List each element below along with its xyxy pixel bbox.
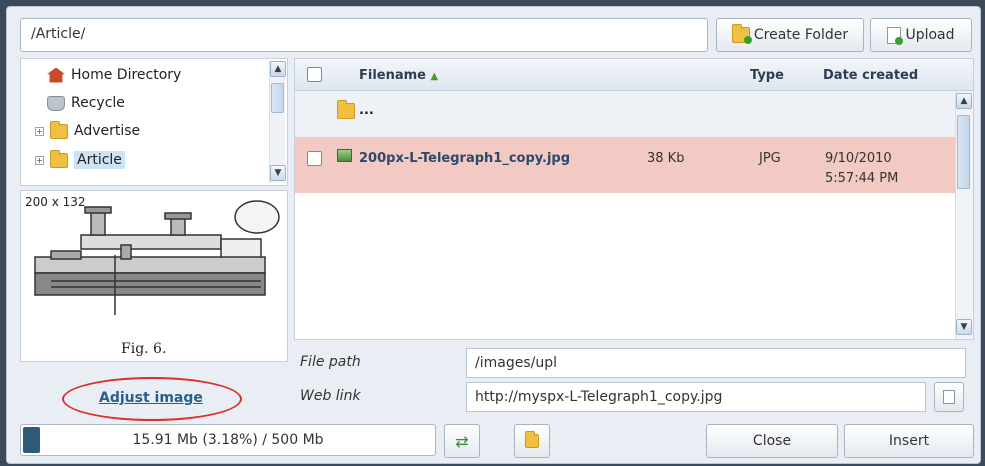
tree-item-label: Home Directory — [71, 67, 182, 83]
upload-button[interactable]: Upload — [870, 18, 972, 52]
web-link-field[interactable]: http://myspx-L-Telegraph1_copy.jpg — [466, 382, 926, 412]
image-file-icon — [337, 149, 352, 162]
tree-item-recycle[interactable]: Recycle — [47, 95, 125, 111]
file-path-label: File path — [300, 354, 361, 370]
figure-caption: Fig. 6. — [121, 341, 167, 357]
telegraph-key-image — [34, 200, 280, 315]
tree-item-article[interactable]: + Article — [35, 149, 125, 169]
path-input[interactable]: /Article/ — [20, 18, 708, 52]
close-button[interactable]: Close — [706, 424, 838, 458]
file-time: 5:57:44 PM — [825, 171, 899, 186]
table-row[interactable]: 200px-L-Telegraph1_copy.jpg 38 Kb JPG 9/… — [295, 137, 955, 193]
file-date: 9/10/2010 — [825, 151, 892, 166]
create-folder-label: Create Folder — [753, 27, 849, 43]
tree-item-label: Advertise — [74, 123, 141, 139]
column-filename[interactable]: Filename ▲ — [359, 68, 438, 83]
tree-item-advertise[interactable]: + Advertise — [35, 120, 141, 139]
quota-text: 15.91 Mb (3.18%) / 500 Mb — [132, 432, 324, 448]
scroll-up-icon[interactable]: ▲ — [956, 93, 972, 109]
tree-scrollbar[interactable]: ▲ ▼ — [269, 61, 286, 183]
refresh-icon: ⇄ — [455, 431, 469, 451]
upload-label: Upload — [905, 27, 955, 43]
scroll-up-icon[interactable]: ▲ — [270, 61, 286, 77]
refresh-button[interactable]: ⇄ — [444, 424, 480, 458]
clipboard-icon — [943, 390, 955, 404]
scroll-down-icon[interactable]: ▼ — [956, 319, 972, 335]
image-preview: 200 x 132 Fig. 6. — [20, 190, 288, 362]
column-date[interactable]: Date created — [823, 68, 918, 83]
web-link-label: Web link — [300, 388, 361, 404]
note-icon — [525, 431, 539, 448]
create-folder-button[interactable]: Create Folder — [716, 18, 864, 52]
tree-item-home[interactable]: Home Directory — [47, 67, 181, 83]
scroll-thumb[interactable] — [271, 83, 284, 113]
notes-button[interactable] — [514, 424, 550, 458]
insert-button[interactable]: Insert — [844, 424, 974, 458]
new-folder-icon — [731, 24, 752, 44]
row-checkbox[interactable] — [307, 151, 322, 166]
expand-icon[interactable]: + — [35, 155, 44, 165]
sort-asc-icon: ▲ — [430, 71, 439, 82]
select-all-checkbox[interactable] — [307, 67, 322, 82]
highlight-oval — [62, 377, 242, 421]
file-size: 38 Kb — [647, 151, 685, 166]
folder-tree: Home Directory Recycle + Advertise + Art… — [20, 58, 288, 186]
file-path-field[interactable]: /images/upl — [466, 348, 966, 378]
home-icon — [47, 67, 65, 83]
column-type[interactable]: Type — [750, 68, 784, 83]
file-list-scrollbar[interactable]: ▲ ▼ — [955, 91, 973, 339]
column-filename-label: Filename — [359, 68, 426, 83]
folder-icon — [50, 120, 68, 139]
scroll-down-icon[interactable]: ▼ — [270, 165, 286, 181]
copy-link-button[interactable] — [934, 382, 964, 412]
file-list: Filename ▲ Type Date created ... 200px-L… — [294, 58, 974, 340]
parent-folder-label: ... — [359, 103, 374, 118]
storage-quota-bar: 15.91 Mb (3.18%) / 500 Mb — [20, 424, 436, 456]
parent-folder-icon — [337, 100, 355, 119]
tree-item-label: Article — [74, 151, 125, 169]
expand-icon[interactable]: + — [35, 126, 44, 136]
file-type: JPG — [759, 151, 781, 166]
folder-open-icon — [50, 149, 68, 168]
parent-folder-row[interactable]: ... — [295, 91, 973, 137]
file-name: 200px-L-Telegraph1_copy.jpg — [359, 151, 571, 166]
scroll-thumb[interactable] — [957, 115, 970, 189]
tree-item-label: Recycle — [71, 95, 125, 111]
upload-icon — [887, 26, 904, 45]
recycle-bin-icon — [47, 95, 65, 111]
file-list-header: Filename ▲ Type Date created — [295, 59, 973, 91]
